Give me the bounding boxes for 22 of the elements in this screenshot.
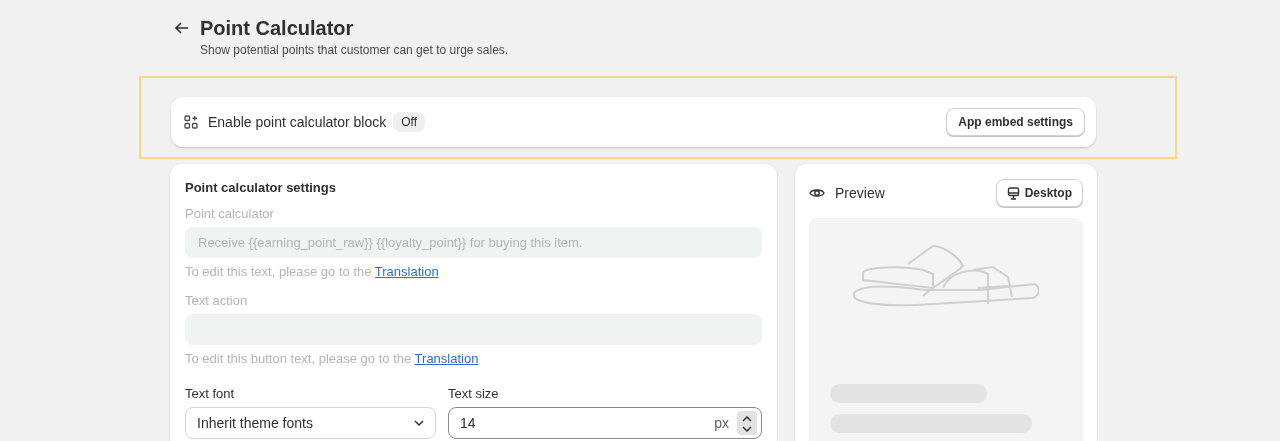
page-subtitle: Show potential points that customer can get to urge sales. <box>200 43 509 57</box>
preview-title: Preview <box>835 185 885 201</box>
field-label: Text font <box>185 386 236 401</box>
monitor-icon <box>1006 186 1020 200</box>
back-arrow-icon[interactable] <box>174 20 190 36</box>
unit-label: px <box>714 415 729 431</box>
desktop-button[interactable]: Desktop <box>995 179 1083 207</box>
settings-title: Point calculator settings <box>185 180 337 195</box>
font-select[interactable]: Inherit theme fonts <box>185 407 436 439</box>
field-label: Point calculator <box>185 206 275 221</box>
status-badge: Off <box>393 112 426 132</box>
apps-icon <box>184 115 198 129</box>
chevron-down-icon <box>413 417 425 429</box>
field-label: Text size <box>448 386 500 401</box>
page-title: Point Calculator <box>200 18 355 38</box>
embed-label: Enable point calculator block <box>208 114 387 130</box>
size-field[interactable]: 14 px <box>448 407 762 439</box>
help-text: To edit this button text, please go to the Translation <box>185 351 480 366</box>
field-label: Text action <box>185 293 249 308</box>
stepper-icon[interactable] <box>737 411 757 435</box>
app-embed-settings-button[interactable]: App embed settings <box>946 108 1085 136</box>
help-text: To edit this text, please go to the Translation <box>185 264 440 279</box>
